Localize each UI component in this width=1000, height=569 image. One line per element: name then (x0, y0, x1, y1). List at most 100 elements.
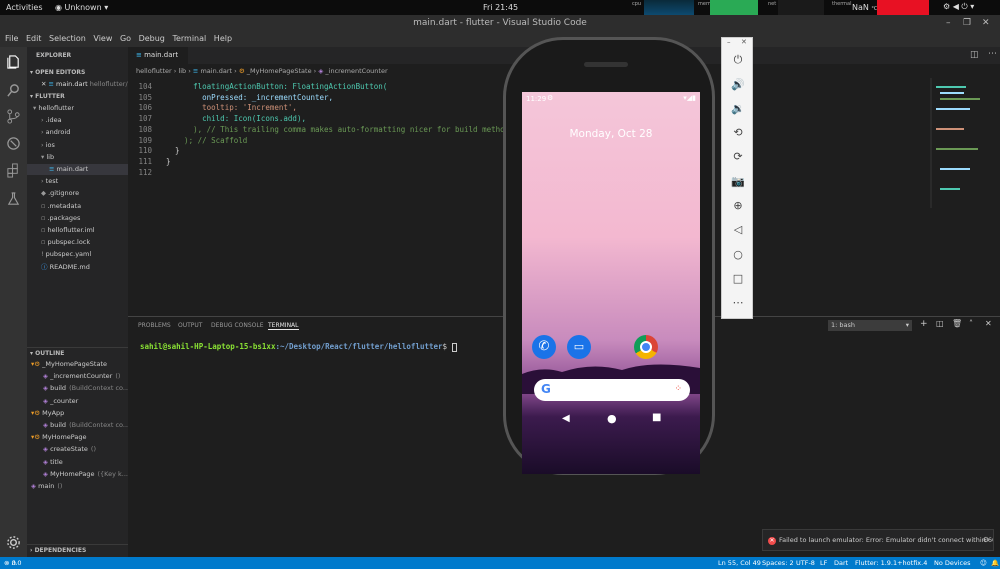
file-tree-item[interactable]: › test (27, 176, 128, 187)
menu-debug[interactable]: Debug (139, 31, 165, 47)
outline-item[interactable]: ◈ main() (27, 481, 128, 492)
tab-terminal[interactable]: TERMINAL (268, 322, 299, 330)
more-actions-icon[interactable]: ⋯ (988, 49, 997, 59)
menu-terminal[interactable]: Terminal (172, 31, 206, 47)
new-terminal-icon[interactable]: + (920, 319, 928, 329)
outline-item[interactable]: ▾⚙ MyApp (27, 408, 128, 419)
menu-selection[interactable]: Selection (49, 31, 86, 47)
code-editor[interactable]: 104 floatingActionButton: FloatingAction… (128, 78, 518, 188)
back-icon[interactable]: ◁ (730, 223, 746, 237)
breadcrumb-item[interactable]: _incrementCounter (325, 67, 387, 75)
file-tree-item[interactable]: ⓘ README.md (27, 262, 128, 273)
eol-status[interactable]: LF (820, 557, 827, 569)
overview-nav-icon[interactable]: ■ (652, 412, 661, 423)
system-menu-icon[interactable]: ⚙ ◀ ⏻ ▾ (943, 2, 974, 12)
tab-output[interactable]: OUTPUT (178, 322, 202, 329)
minimize-icon[interactable]: – (946, 15, 951, 31)
minimize-icon[interactable]: – (727, 38, 731, 46)
indentation-status[interactable]: Spaces: 2 (762, 557, 794, 569)
breadcrumb-item[interactable]: lib (178, 67, 186, 75)
encoding-status[interactable]: UTF-8 (796, 557, 815, 569)
clock[interactable]: Fri 21:45 (483, 3, 518, 12)
home-nav-icon[interactable]: ● (607, 412, 617, 425)
chevron-up-icon[interactable]: ˄ (969, 319, 973, 328)
chrome-app-icon[interactable] (634, 335, 658, 359)
maximize-icon[interactable]: ❐ (963, 15, 971, 31)
problems-status[interactable]: ⊗ 0 ⚠ 0 (4, 557, 21, 569)
file-tree-item[interactable]: ▫ pubspec.lock (27, 237, 128, 248)
menu-file[interactable]: File (5, 31, 18, 47)
smiley-icon[interactable]: ☺ (980, 557, 987, 569)
menu-help[interactable]: Help (214, 31, 232, 47)
file-tree-item[interactable]: › ios (27, 140, 128, 151)
cursor-position[interactable]: Ln 55, Col 49 (718, 557, 761, 569)
phone-app-icon[interactable]: ✆ (532, 335, 556, 359)
phone-date[interactable]: Monday, Oct 28 (522, 128, 700, 140)
camera-icon[interactable]: 📷 (730, 175, 746, 189)
google-search-bar[interactable]: G ⁘ (534, 379, 690, 401)
split-editor-icon[interactable]: ◫ (970, 50, 979, 60)
terminal-select[interactable]: 1: bash ▾ (828, 320, 912, 331)
close-icon[interactable]: ✕ (982, 15, 990, 31)
power-icon[interactable]: ⏻ (730, 53, 746, 67)
back-nav-icon[interactable]: ◀ (562, 413, 570, 424)
minimap[interactable] (928, 78, 988, 208)
settings-gear-icon[interactable]: ⚙ (983, 530, 989, 550)
app-menu[interactable]: ◉ Unknown ▾ (55, 3, 108, 12)
breadcrumb-item[interactable]: helloflutter (136, 67, 172, 75)
file-tree-item[interactable]: › android (27, 127, 128, 138)
tab-debug-console[interactable]: DEBUG CONSOLE (211, 322, 264, 329)
project-header[interactable]: ▾ FLUTTER (27, 91, 128, 102)
extensions-icon[interactable] (6, 163, 21, 178)
settings-gear-icon[interactable] (6, 535, 21, 550)
error-notification[interactable]: ✕ Failed to launch emulator: Error: Emula… (762, 529, 994, 551)
tab-main-dart[interactable]: ≡ main.dart (128, 47, 188, 64)
close-icon[interactable]: ✕ (741, 38, 747, 46)
zoom-icon[interactable]: ⊕ (730, 199, 746, 213)
menu-edit[interactable]: Edit (26, 31, 42, 47)
home-icon[interactable]: ○ (730, 248, 746, 262)
source-control-icon[interactable] (6, 109, 21, 124)
outline-item[interactable]: ◈ _incrementCounter() (27, 371, 128, 382)
rotate-right-icon[interactable]: ⟳ (730, 150, 746, 164)
flutter-version-status[interactable]: Flutter: 1.9.1+hotfix.4 (855, 557, 927, 569)
debug-icon[interactable] (6, 136, 21, 151)
tab-problems[interactable]: PROBLEMS (138, 322, 171, 329)
breadcrumb-item[interactable]: _MyHomePageState (247, 67, 312, 75)
bell-icon[interactable]: 🔔 (991, 557, 999, 569)
breadcrumb-item[interactable]: main.dart (200, 67, 232, 75)
file-tree-item[interactable]: ▾ lib (27, 152, 128, 163)
overview-icon[interactable]: □ (730, 272, 746, 286)
file-tree-item[interactable]: › .idea (27, 115, 128, 126)
search-icon[interactable] (6, 83, 21, 98)
file-tree-item[interactable]: ▫ .packages (27, 213, 128, 224)
terminal-prompt[interactable]: sahil@sahil-HP-Laptop-15-bs1xx:~/Desktop… (140, 342, 457, 352)
file-tree-item[interactable]: ▾ helloflutter (27, 103, 128, 114)
volume-down-icon[interactable]: 🔉 (730, 102, 746, 116)
outline-item[interactable]: ◈ createState() (27, 444, 128, 455)
outline-item[interactable]: ▾⚙ _MyHomePageState (27, 359, 128, 370)
devices-status[interactable]: No Devices (934, 557, 971, 569)
file-tree-item[interactable]: ▫ helloflutter.iml (27, 225, 128, 236)
test-flask-icon[interactable] (6, 191, 21, 206)
open-editor-item[interactable]: ✕ ≡ main.dart helloflutter/lib (27, 79, 128, 90)
language-status[interactable]: Dart (834, 557, 848, 569)
dependencies-header[interactable]: › DEPENDENCIES (27, 544, 128, 555)
menu-go[interactable]: Go (120, 31, 131, 47)
outline-header[interactable]: ▾ OUTLINE (27, 347, 128, 358)
outline-item[interactable]: ◈ title (27, 457, 128, 468)
more-icon[interactable]: ⋯ (730, 296, 746, 310)
open-editors-header[interactable]: ▾ OPEN EDITORS (27, 67, 128, 78)
file-tree-item[interactable]: ◆ .gitignore (27, 188, 128, 199)
assistant-icon[interactable]: ⁘ (674, 384, 682, 394)
messages-app-icon[interactable]: ▭ (567, 335, 591, 359)
menu-view[interactable]: View (93, 31, 112, 47)
close-panel-icon[interactable]: ✕ (985, 319, 992, 328)
outline-item[interactable]: ◈ build (BuildContext co... (27, 420, 128, 431)
activities-button[interactable]: Activities (6, 3, 43, 12)
file-tree-item[interactable]: ▫ .metadata (27, 201, 128, 212)
outline-item[interactable]: ◈ MyHomePage ({Key k... (27, 469, 128, 480)
file-tree-item[interactable]: ≡ main.dart (27, 164, 128, 175)
rotate-left-icon[interactable]: ⟲ (730, 126, 746, 140)
outline-item[interactable]: ◈ build (BuildContext co... (27, 383, 128, 394)
